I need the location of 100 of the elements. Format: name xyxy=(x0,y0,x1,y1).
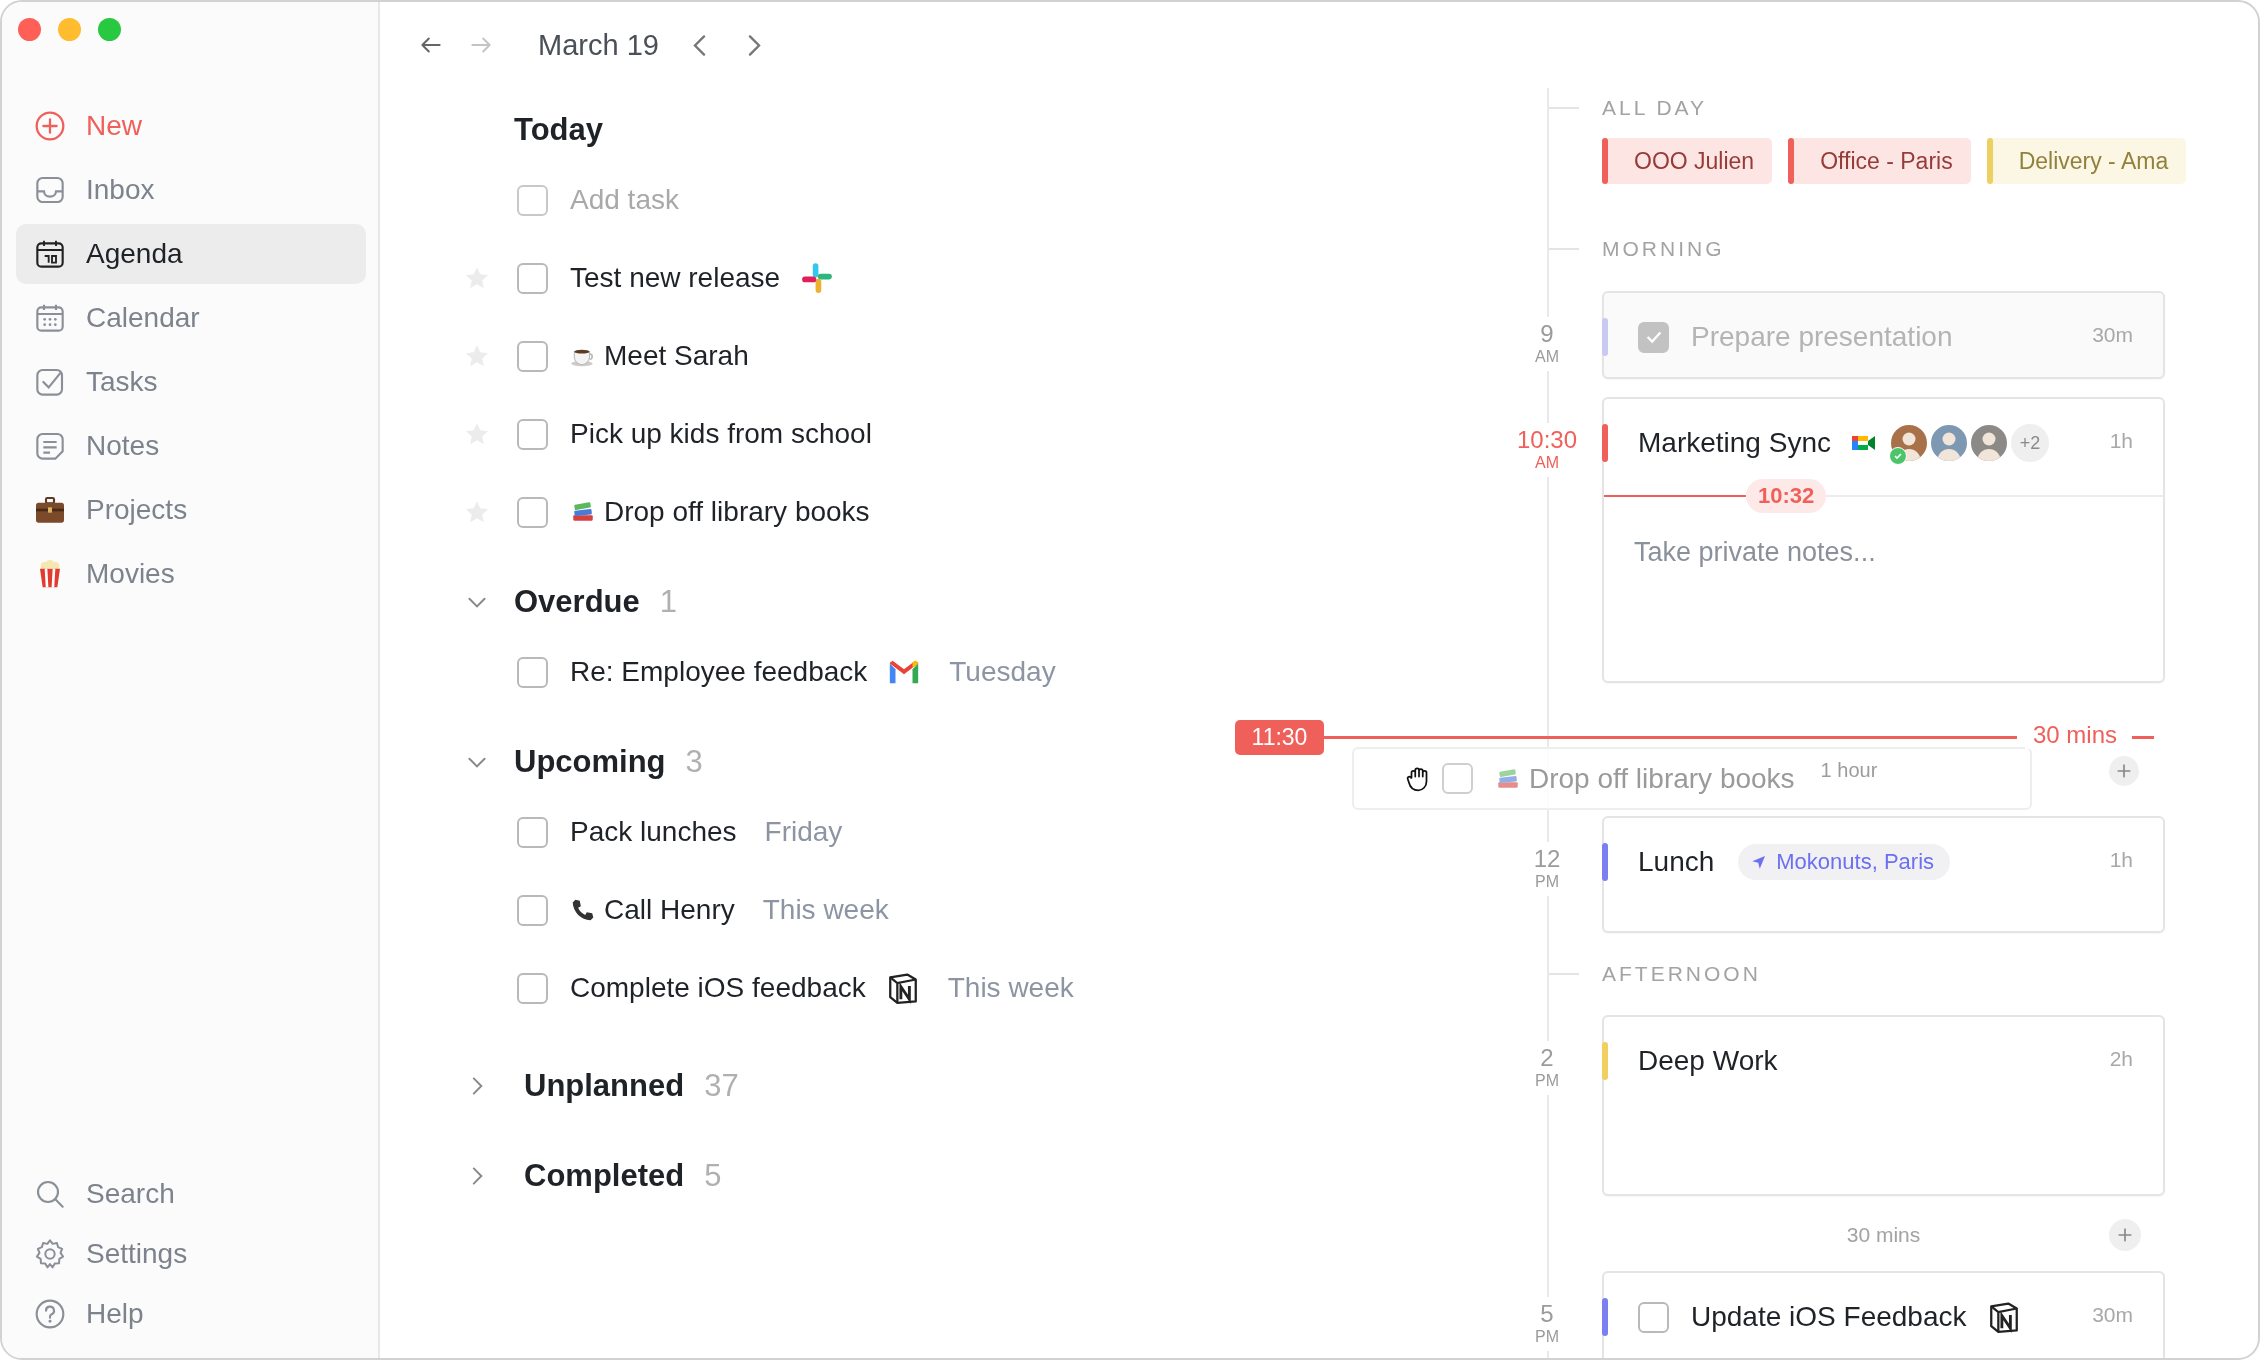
checkbox[interactable] xyxy=(517,262,548,294)
checkbox[interactable] xyxy=(1638,1301,1669,1333)
checkbox[interactable] xyxy=(517,972,548,1004)
briefcase-icon xyxy=(34,494,66,526)
chevron-left-icon xyxy=(692,34,706,56)
duration-label: 1 hour xyxy=(1820,759,1878,782)
due-date: Tuesday xyxy=(949,656,1056,688)
drag-time-label: 11:30 xyxy=(1235,720,1324,755)
due-date: Friday xyxy=(764,816,843,848)
checkbox[interactable] xyxy=(1638,321,1669,353)
task-title: Pack lunches xyxy=(570,816,737,848)
free-time-label: 30 mins xyxy=(1846,1223,1921,1247)
calendar-icon xyxy=(34,302,66,334)
sidebar-item[interactable]: Inbox xyxy=(16,160,366,220)
all-day-event[interactable]: Delivery - Ama xyxy=(1986,138,2187,184)
zoom-button[interactable] xyxy=(98,18,121,41)
section-label: AFTERNOON xyxy=(1602,961,1761,987)
period-label: PM xyxy=(1535,1327,1559,1347)
section-count: 1 xyxy=(659,584,678,620)
sidebar-item[interactable]: Projects xyxy=(16,480,366,540)
duration-label: 1h xyxy=(2109,429,2133,453)
task-title: Drop off library books xyxy=(604,496,870,528)
duration-label: 30m xyxy=(2092,323,2133,347)
period-label: AM xyxy=(1535,453,1559,473)
checkbox[interactable] xyxy=(517,894,548,926)
period-label: AM xyxy=(1535,347,1559,367)
sidebar-item[interactable]: Help xyxy=(16,1284,366,1344)
phone-icon xyxy=(570,897,596,923)
note-icon xyxy=(34,430,66,462)
checkbox[interactable] xyxy=(1442,763,1473,794)
event-card[interactable]: Prepare presentation 30m xyxy=(1602,291,2165,379)
sidebar-item[interactable]: Tasks xyxy=(16,352,366,412)
sidebar-item[interactable]: Notes xyxy=(16,416,366,476)
task-title: Meet Sarah xyxy=(604,340,749,372)
due-date: This week xyxy=(947,972,1074,1004)
checkbox[interactable] xyxy=(517,418,548,450)
event-title: Delivery - Ama xyxy=(2018,147,2169,175)
due-date: This week xyxy=(762,894,889,926)
event-card[interactable]: Lunch Mokonuts, Paris 1h xyxy=(1602,816,2165,933)
dragged-task-card[interactable]: Drop off library books 1 hour xyxy=(1352,747,2032,810)
checkbox[interactable] xyxy=(517,496,548,528)
sidebar-item[interactable]: New xyxy=(16,96,366,156)
period-label: PM xyxy=(1535,872,1559,892)
hour-label: 2 xyxy=(1540,1045,1554,1071)
hour-label: 10:30 xyxy=(1516,427,1578,453)
settings-icon xyxy=(34,1238,66,1270)
sidebar-item[interactable]: Movies xyxy=(16,544,366,604)
checkbox-icon xyxy=(34,366,66,398)
task-title: Call Henry xyxy=(604,894,735,926)
event-card[interactable]: Marketing Sync +2 1h Take private notes... 10:32 xyxy=(1602,397,2165,683)
checkbox[interactable] xyxy=(517,816,548,848)
period-label: PM xyxy=(1535,1071,1559,1091)
checkbox[interactable] xyxy=(517,656,548,688)
current-time-label: 10:32 xyxy=(1746,479,1827,513)
section-title: Overdue xyxy=(514,584,640,620)
sidebar-item[interactable]: Settings xyxy=(16,1224,366,1284)
close-button[interactable] xyxy=(18,18,41,41)
section-label: ALL DAY xyxy=(1602,95,1708,121)
section-label: MORNING xyxy=(1602,236,1725,262)
task-title: Test new release xyxy=(570,262,781,294)
section-title: Completed xyxy=(524,1158,685,1194)
event-title: Office - Paris xyxy=(1820,147,1953,175)
event-title: Prepare presentation xyxy=(1691,321,1953,353)
task-title: Re: Employee feedback xyxy=(570,656,868,688)
sidebar-item[interactable]: Calendar xyxy=(16,288,366,348)
checkbox[interactable] xyxy=(517,184,548,216)
plus-circle-icon xyxy=(34,110,66,142)
section-count: 3 xyxy=(685,744,703,780)
task-title: Pick up kids from school xyxy=(570,418,872,450)
hour-label: 5 xyxy=(1540,1301,1554,1327)
event-title: OOO Julien xyxy=(1634,147,1755,175)
more-attendees-count[interactable]: +2 xyxy=(2008,422,2051,464)
section-count: 37 xyxy=(704,1068,739,1104)
task-title: Complete iOS feedback xyxy=(570,972,866,1004)
all-day-event[interactable]: OOO Julien xyxy=(1602,138,1773,184)
accepted-check-icon xyxy=(1888,447,1907,465)
checkbox[interactable] xyxy=(517,340,548,372)
date-title: March 19 xyxy=(538,28,659,62)
add-button[interactable] xyxy=(2109,1219,2141,1251)
event-title: Lunch xyxy=(1638,846,1715,878)
duration-label: 1h xyxy=(2109,848,2133,872)
sidebar-item[interactable]: Search xyxy=(16,1164,366,1224)
location-tag[interactable]: Mokonuts, Paris xyxy=(1738,844,1951,880)
hour-label: 12 xyxy=(1533,846,1561,872)
video-camera-icon xyxy=(1850,433,1877,453)
section-title: Unplanned xyxy=(524,1068,685,1104)
add-task-field[interactable]: Add task xyxy=(570,184,970,216)
event-card[interactable]: Deep Work 2h xyxy=(1602,1015,2165,1196)
notes-field[interactable]: Take private notes... xyxy=(1634,537,2114,597)
event-title: Deep Work xyxy=(1638,1045,1778,1077)
search-icon xyxy=(34,1178,66,1210)
all-day-event[interactable]: Office - Paris xyxy=(1788,138,1971,184)
duration-label: 2h xyxy=(2109,1047,2133,1071)
event-title: Update iOS Feedback xyxy=(1691,1301,1967,1333)
minimize-button[interactable] xyxy=(58,18,81,41)
section-title: Upcoming xyxy=(514,744,666,780)
sidebar-item[interactable]: Agenda xyxy=(16,224,366,284)
event-card[interactable]: Update iOS Feedback 30m xyxy=(1602,1271,2165,1358)
pinwheel-logo-icon xyxy=(800,261,835,295)
section-title: Today xyxy=(514,112,603,148)
